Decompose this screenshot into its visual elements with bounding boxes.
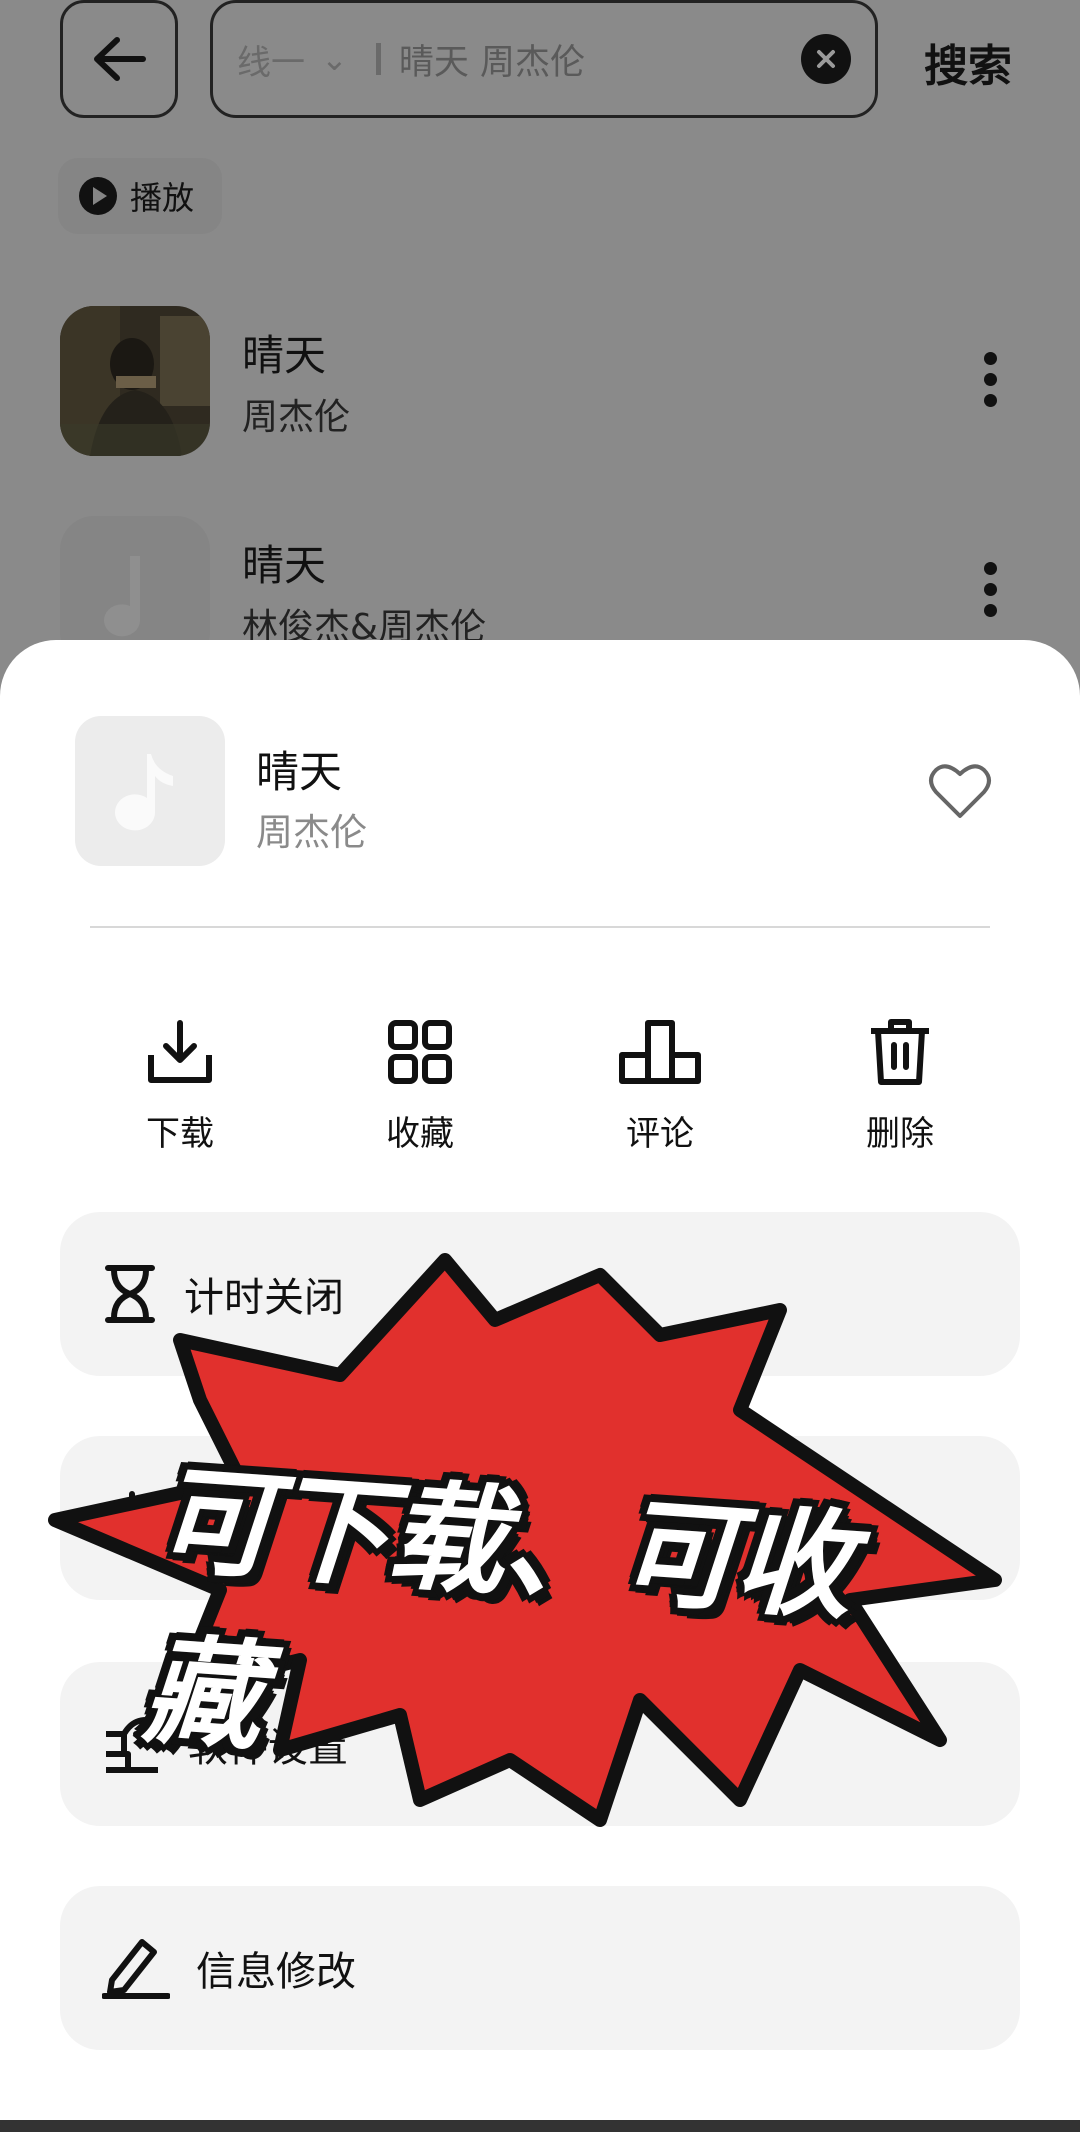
pencil-icon [102,1939,170,1999]
search-button[interactable]: 搜索 [924,30,1012,94]
chevron-down-icon[interactable]: ⌄ [321,40,348,78]
download-icon [100,1012,260,1092]
sheet-song-title: 晴天 [256,748,342,798]
music-note-icon [115,754,173,831]
favorite-heart-icon[interactable] [928,762,992,824]
play-all-label: 播放 [130,179,195,217]
sheet-song-artist: 周杰伦 [256,811,367,854]
sheet-album-cover [75,716,225,866]
podium-icon [580,1012,740,1092]
grid-icon [340,1012,500,1092]
text-cursor [375,43,381,75]
song-title: 晴天 [242,541,327,590]
search-query-text[interactable]: 晴天 周杰伦 [399,34,801,85]
back-button[interactable] [60,0,178,118]
download-button[interactable]: 下载 [100,1012,260,1155]
more-options-icon[interactable] [984,562,998,617]
collect-label: 收藏 [386,1114,454,1154]
close-icon [817,50,835,68]
play-all-button[interactable]: 播放 [58,158,222,234]
song-title: 晴天 [242,331,327,380]
search-line-label[interactable]: 线一 [237,35,305,84]
clear-search-button[interactable] [801,34,851,84]
overlay-caption: 可下载、可收藏 [139,1450,856,1767]
sheet-divider [90,926,990,928]
comment-button[interactable]: 评论 [580,1012,740,1155]
download-label: 下载 [146,1114,214,1154]
edit-info-label: 信息修改 [196,1949,356,1995]
album-cover [60,306,210,456]
delete-button[interactable]: 删除 [820,1012,980,1155]
song-artist: 周杰伦 [242,397,351,438]
comment-label: 评论 [626,1114,694,1154]
result-row[interactable]: 晴天 周杰伦 [60,306,1020,456]
more-options-icon[interactable] [984,352,998,407]
delete-label: 删除 [866,1114,934,1154]
search-input[interactable]: 线一 ⌄ 晴天 周杰伦 [210,0,878,118]
trash-icon [820,1012,980,1092]
system-nav-bar [0,2120,1080,2132]
play-icon [79,177,117,215]
back-arrow-icon [94,37,146,81]
edit-info-item[interactable]: 信息修改 [60,1886,1020,2050]
collect-button[interactable]: 收藏 [340,1012,500,1155]
